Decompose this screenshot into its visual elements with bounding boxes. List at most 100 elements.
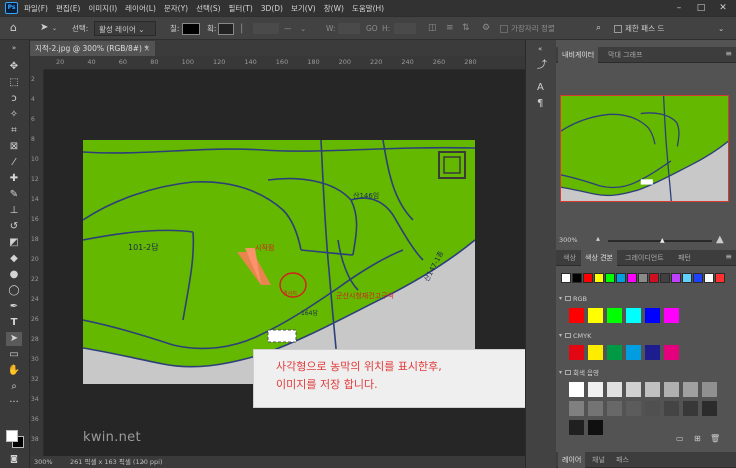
gray-swatch[interactable] (664, 382, 679, 397)
recent-swatch[interactable] (561, 273, 571, 283)
gray-swatch[interactable] (645, 382, 660, 397)
hand-tool-icon[interactable]: ✋ (6, 364, 22, 378)
path-select-tool-icon[interactable]: ➤ (40, 20, 48, 35)
home-icon[interactable]: ⌂ (10, 20, 17, 35)
stroke-type-dropdown-icon[interactable]: ⌄ (300, 21, 306, 36)
recent-swatch[interactable] (594, 273, 604, 283)
recent-swatch[interactable] (649, 273, 659, 283)
settings-gear-icon[interactable]: ⚙ (482, 21, 490, 36)
navigator-thumbnail[interactable] (560, 95, 729, 202)
color-swatch[interactable] (607, 345, 622, 360)
recent-swatch[interactable] (583, 273, 593, 283)
document-image[interactable]: 101-2답 산146임 산147-1종 164답 시작점 경사지 군산시청재건… (83, 140, 475, 384)
close-document-icon[interactable]: × (144, 41, 150, 56)
width-field[interactable] (338, 23, 360, 34)
tab-layers[interactable]: 레이어 (558, 452, 586, 468)
color-swatch[interactable] (569, 345, 584, 360)
tab-color[interactable]: 색상 (559, 250, 580, 266)
menu-select[interactable]: 선택(S) (196, 3, 220, 14)
document-tab[interactable]: 지적-2.jpg @ 300% (RGB/8#) * × (30, 40, 155, 56)
healing-brush-tool-icon[interactable]: ✚ (6, 172, 22, 186)
recent-swatch[interactable] (605, 273, 615, 283)
color-swatch[interactable] (645, 308, 660, 323)
delete-swatch-icon[interactable]: 🗑 (710, 434, 720, 443)
status-arrow-icon[interactable]: › (142, 456, 145, 468)
constrain-checkbox[interactable]: 제한 패스 드 (614, 21, 664, 36)
stroke-color-swatch[interactable] (218, 23, 234, 35)
recent-swatch[interactable] (682, 273, 692, 283)
history-panel-icon[interactable]: ⤴ (537, 56, 547, 71)
recent-swatch[interactable] (693, 273, 703, 283)
gray-swatch[interactable] (588, 401, 603, 416)
new-swatch-icon[interactable]: ⊞ (694, 434, 701, 443)
eraser-tool-icon[interactable]: ◩ (6, 236, 22, 250)
zoom-in-icon[interactable]: ▲ (716, 234, 724, 245)
color-swatch[interactable] (569, 308, 584, 323)
menu-filter[interactable]: 필터(T) (229, 3, 253, 14)
menu-view[interactable]: 보기(V) (291, 3, 316, 14)
stroke-width-icon[interactable]: | (240, 21, 243, 36)
gray-swatch[interactable] (569, 382, 584, 397)
swatch-group-header[interactable]: ▾ CMYK (556, 330, 722, 342)
recent-swatch[interactable] (715, 273, 725, 283)
color-swatch[interactable] (664, 345, 679, 360)
fill-color-swatch[interactable] (182, 23, 200, 35)
gray-swatch[interactable] (569, 420, 584, 435)
menu-3d[interactable]: 3D(D) (261, 4, 283, 13)
close-icon[interactable]: ✕ (712, 0, 734, 16)
gray-swatch[interactable] (607, 382, 622, 397)
tab-navigator[interactable]: 내비게이터 (558, 47, 599, 63)
menu-layer[interactable]: 레이어(L) (125, 3, 156, 14)
clone-stamp-tool-icon[interactable]: ⊥ (6, 204, 22, 218)
move-tool-icon[interactable]: ✥ (6, 60, 22, 74)
tab-channels[interactable]: 채널 (588, 452, 609, 468)
color-swatch[interactable] (645, 345, 660, 360)
color-swatch[interactable] (588, 308, 603, 323)
maximize-icon[interactable]: □ (690, 0, 712, 16)
toolbar-collapse-icon[interactable]: » (6, 44, 22, 52)
menu-help[interactable]: 도움말(H) (352, 3, 384, 14)
gray-swatch[interactable] (702, 401, 717, 416)
pen-tool-icon[interactable]: ✒ (6, 300, 22, 314)
foreground-color-swatch[interactable] (6, 430, 18, 442)
color-swatch[interactable] (607, 308, 622, 323)
stroke-type-icon[interactable]: — (284, 21, 292, 36)
zoom-slider-thumb[interactable]: ▲ (660, 237, 665, 244)
navigator-menu-icon[interactable]: ≡ (725, 49, 732, 58)
panel-options-icon[interactable]: ⌄ (718, 21, 724, 36)
paint-bucket-tool-icon[interactable]: ◆ (6, 252, 22, 266)
tool-preset-dropdown-icon[interactable]: ⌄ (52, 21, 57, 36)
more-tools-icon[interactable]: ··· (6, 396, 22, 410)
history-brush-tool-icon[interactable]: ↺ (6, 220, 22, 234)
collapse-panels-icon[interactable]: « (538, 45, 542, 53)
color-swatch[interactable] (588, 345, 603, 360)
recent-swatch[interactable] (704, 273, 714, 283)
menu-image[interactable]: 이미지(I) (88, 3, 117, 14)
search-icon[interactable]: ⌕ (596, 21, 601, 36)
link-go-label[interactable]: GO (366, 21, 378, 36)
eyedropper-tool-icon[interactable]: ⁄ (6, 156, 22, 170)
height-field[interactable] (394, 23, 416, 34)
path-align-icon[interactable]: ≡ (446, 21, 454, 36)
color-swatch[interactable] (664, 308, 679, 323)
status-zoom[interactable]: 300% (34, 456, 53, 468)
recent-swatch[interactable] (671, 273, 681, 283)
character-panel-icon[interactable]: A (537, 82, 544, 93)
menu-file[interactable]: 파일(F) (24, 3, 48, 14)
magic-wand-tool-icon[interactable]: ✧ (6, 108, 22, 122)
swatch-group-header[interactable]: ▾ 회색 음영 (556, 367, 722, 379)
select-dropdown[interactable]: 활성 레이어 ⌄ (94, 21, 156, 36)
path-ops-icon[interactable]: ◫ (428, 21, 437, 36)
recent-swatch[interactable] (572, 273, 582, 283)
edge-align-checkbox[interactable]: 가장자리 정렬 (500, 21, 555, 36)
gray-swatch[interactable] (607, 401, 622, 416)
swatches-menu-icon[interactable]: ≡ (725, 252, 732, 261)
tab-paths[interactable]: 패스 (612, 452, 633, 468)
zoom-tool-icon[interactable]: ⌕ (6, 380, 22, 394)
path-selection-tool-icon[interactable]: ➤ (6, 332, 22, 346)
recent-swatch[interactable] (638, 273, 648, 283)
new-group-icon[interactable]: ▭ (676, 434, 684, 443)
tab-pattern[interactable]: 패턴 (674, 250, 695, 266)
minimize-icon[interactable]: – (668, 0, 690, 16)
recent-swatch[interactable] (616, 273, 626, 283)
